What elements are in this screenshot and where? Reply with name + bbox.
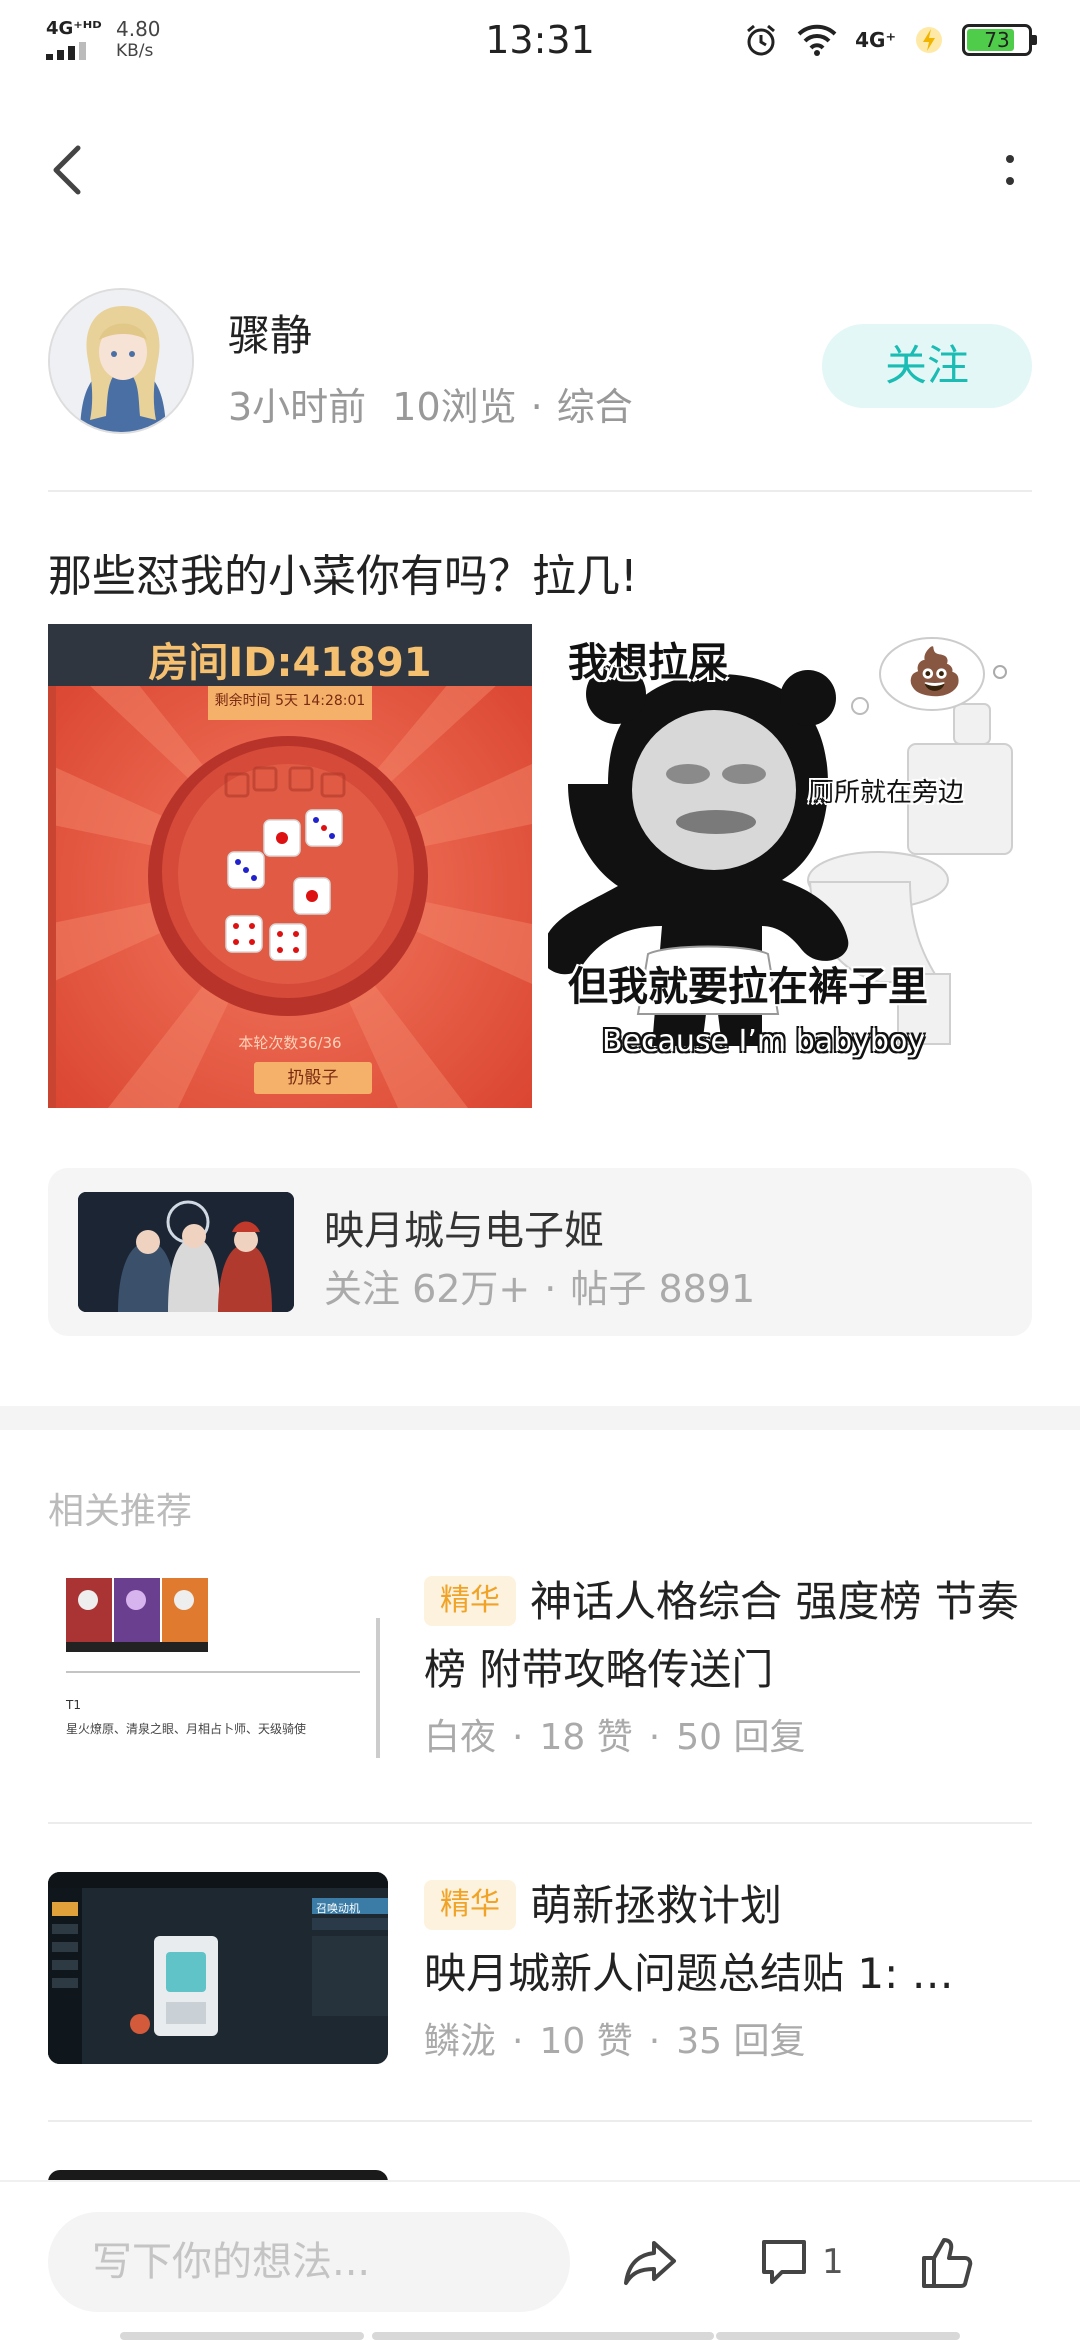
divider	[48, 490, 1032, 492]
battery-percent: 73	[984, 28, 1010, 52]
related-likes: 18 赞	[539, 1717, 633, 1758]
related-likes: 10 赞	[539, 2021, 633, 2062]
nav-gesture-bar	[120, 2332, 364, 2340]
meta-separator: ·	[512, 1717, 524, 1758]
section-divider	[0, 1406, 1080, 1430]
related-meta: 白夜 · 18 赞 · 50 回复	[424, 1708, 1032, 1760]
related-title-line1: 萌新拯救计划	[530, 1881, 783, 1930]
game-stats: 关注 62万+ · 帖子 8891	[324, 1258, 755, 1313]
post-detail-page: 4G⁺ᴴᴰ 4.80 KB/s 13:31 4G⁺ 73 骤静 3小时前 10浏…	[0, 0, 1080, 2340]
author-meta: 3小时前 10浏览 · 综合	[228, 376, 633, 431]
related-title-line2: 映月城新人问题总结贴 1: …	[424, 1949, 954, 1998]
stats-separator: ·	[544, 1267, 557, 1311]
author-name[interactable]: 骤静	[228, 302, 312, 363]
author-header: 骤静 3小时前 10浏览 · 综合 关注	[48, 286, 1032, 436]
related-title: 精华 萌新拯救计划	[424, 1872, 1032, 1940]
game-thumbnail	[78, 1192, 294, 1312]
bottom-action-bar: 1	[0, 2180, 1080, 2340]
more-button[interactable]	[980, 140, 1040, 200]
divider	[48, 2120, 1032, 2122]
divider	[48, 1822, 1032, 1824]
avatar[interactable]	[48, 288, 194, 434]
charging-icon	[914, 25, 944, 55]
thumb-caption: 星火燎原、清泉之眼、月相占卜师、天级骑使	[66, 1722, 307, 1736]
post-time: 3小时前	[228, 385, 367, 429]
post-image-meme[interactable]: 💩 我想拉屎 厕所就在旁边 但我就要拉在裤子里 Because I’m baby…	[548, 624, 1032, 1108]
featured-badge: 精华	[424, 1576, 516, 1626]
game-posts: 帖子 8891	[570, 1267, 756, 1311]
more-vertical-icon	[1006, 155, 1014, 163]
meme-text-top: 我想拉屎	[568, 640, 728, 686]
meta-separator: ·	[512, 2021, 524, 2062]
thumb-caption-title: T1	[66, 1698, 81, 1712]
share-button[interactable]	[620, 2222, 682, 2302]
like-button[interactable]	[918, 2222, 978, 2302]
featured-badge: 精华	[424, 1880, 516, 1930]
related-thumbnail: 召唤动机	[48, 1872, 388, 2064]
follow-button[interactable]: 关注	[822, 324, 1032, 408]
meme-text-side: 厕所就在旁边	[808, 778, 965, 808]
nav-gesture-bar	[372, 2332, 714, 2340]
related-text: 精华 神话人格综合 强度榜 节奏榜 附带攻略传送门 白夜 · 18 赞 · 50 回复	[424, 1568, 1032, 1760]
game-card[interactable]: 映月城与电子姬 关注 62万+ · 帖子 8891	[48, 1168, 1032, 1336]
share-icon	[624, 2241, 676, 2285]
meme-text-english: Because I’m babyboy	[602, 1024, 926, 1059]
status-bar: 4G⁺ᴴᴰ 4.80 KB/s 13:31 4G⁺ 73	[0, 0, 1080, 84]
related-title: 精华 神话人格综合 强度榜 节奏榜 附带攻略传送门	[424, 1568, 1032, 1704]
network-type-2: 4G⁺	[855, 28, 896, 52]
wifi-icon	[797, 24, 837, 56]
view-count: 10浏览	[392, 385, 517, 429]
related-text: 精华 萌新拯救计划 映月城新人问题总结贴 1: … 鳞泷 · 10 赞 · 35 回复	[424, 1872, 1032, 2064]
related-post-2[interactable]: 召唤动机 精华 萌新拯救计划 映月城新人问题总结贴 1: … 鳞泷 · 10 赞 · 35…	[48, 1872, 1032, 2072]
comment-input[interactable]	[48, 2212, 570, 2312]
meme-text-bottom: 但我就要拉在裤子里	[568, 964, 928, 1010]
status-right: 4G⁺ 73	[743, 22, 1037, 58]
battery-icon: 73	[962, 24, 1037, 56]
remaining-time: 剩余时间 5天 14:28:01	[214, 693, 366, 709]
round-count: 本轮次数36/36	[238, 1034, 342, 1052]
thumb-caption: 召唤动机	[316, 1902, 360, 1915]
nav-gesture-bar	[716, 2332, 960, 2340]
meta-separator: ·	[530, 385, 543, 429]
more-dot	[1006, 177, 1014, 185]
game-followers: 关注 62万+	[324, 1267, 531, 1311]
comment-icon	[762, 2240, 806, 2284]
top-nav	[0, 120, 1080, 220]
room-id: 房间ID:41891	[148, 640, 432, 686]
post-image-dice[interactable]: 房间ID:41891 剩余时间 5天 14:28:01 本轮次数36/36 扔骰…	[48, 624, 532, 1108]
related-replies: 35 回复	[676, 2021, 806, 2062]
related-post-1[interactable]: T1 星火燎原、清泉之眼、月相占卜师、天级骑使 精华 神话人格综合 强度榜 节奏榜…	[48, 1568, 1032, 1768]
battery-cap	[1032, 35, 1037, 45]
post-title: 那些怼我的小菜你有吗？拉几!	[48, 551, 638, 602]
back-arrow-icon	[53, 145, 81, 195]
meta-separator: ·	[648, 1717, 661, 1758]
roll-dice-button: 扔骰子	[287, 1068, 339, 1088]
alarm-icon	[743, 22, 779, 58]
related-author: 白夜	[424, 1717, 497, 1758]
related-author: 鳞泷	[424, 2021, 497, 2062]
related-section-title: 相关推荐	[48, 1491, 193, 1532]
game-name: 映月城与电子姬	[324, 1208, 604, 1254]
poop-emoji: 💩	[906, 644, 964, 698]
comment-button[interactable]: 1	[756, 2222, 844, 2302]
back-button[interactable]	[40, 140, 100, 200]
related-meta: 鳞泷 · 10 赞 · 35 回复	[424, 2012, 1032, 2064]
meta-separator: ·	[648, 2021, 661, 2062]
post-category: 综合	[556, 385, 633, 429]
related-thumbnail: T1 星火燎原、清泉之眼、月相占卜师、天级骑使	[48, 1568, 388, 1760]
comment-count: 1	[822, 2242, 844, 2282]
related-replies: 50 回复	[676, 1717, 806, 1758]
like-thumb-icon	[922, 2238, 973, 2288]
